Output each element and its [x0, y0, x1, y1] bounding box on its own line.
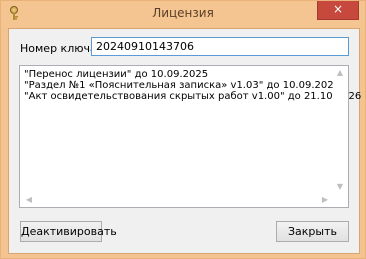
vertical-scrollbar[interactable]: ▲ ▼: [333, 66, 348, 207]
dialog-body: Номер ключа: 20240910143706 "Перенос лиц…: [8, 28, 361, 254]
close-window-button[interactable]: ×: [317, 1, 359, 20]
license-list[interactable]: "Перенос лицензии" до 10.09.2025 "Раздел…: [19, 65, 361, 208]
scroll-left-icon[interactable]: ◀: [23, 195, 35, 204]
window-title: Лицензия: [152, 6, 214, 20]
license-item[interactable]: "Раздел №1 «Пояснительная записка» v1.03…: [24, 80, 361, 91]
scroll-down-icon[interactable]: ▼: [334, 182, 346, 191]
key-number-label: Номер ключа:: [20, 42, 101, 55]
deactivate-button[interactable]: Деактивировать: [20, 221, 117, 242]
horizontal-scrollbar[interactable]: ◀ ▶: [20, 193, 333, 207]
license-dialog: Лицензия × Номер ключа: 20240910143706 "…: [0, 0, 366, 259]
scroll-up-icon[interactable]: ▲: [334, 68, 346, 77]
license-item[interactable]: "Акт освидетельствования скрытых работ v…: [24, 91, 361, 102]
close-button[interactable]: Закрыть: [276, 221, 349, 242]
key-number-field[interactable]: 20240910143706: [91, 37, 349, 56]
license-item[interactable]: "Перенос лицензии" до 10.09.2025: [24, 69, 361, 80]
title-bar[interactable]: Лицензия ×: [1, 1, 365, 27]
license-items: "Перенос лицензии" до 10.09.2025 "Раздел…: [24, 69, 361, 102]
scroll-right-icon[interactable]: ▶: [319, 195, 331, 204]
